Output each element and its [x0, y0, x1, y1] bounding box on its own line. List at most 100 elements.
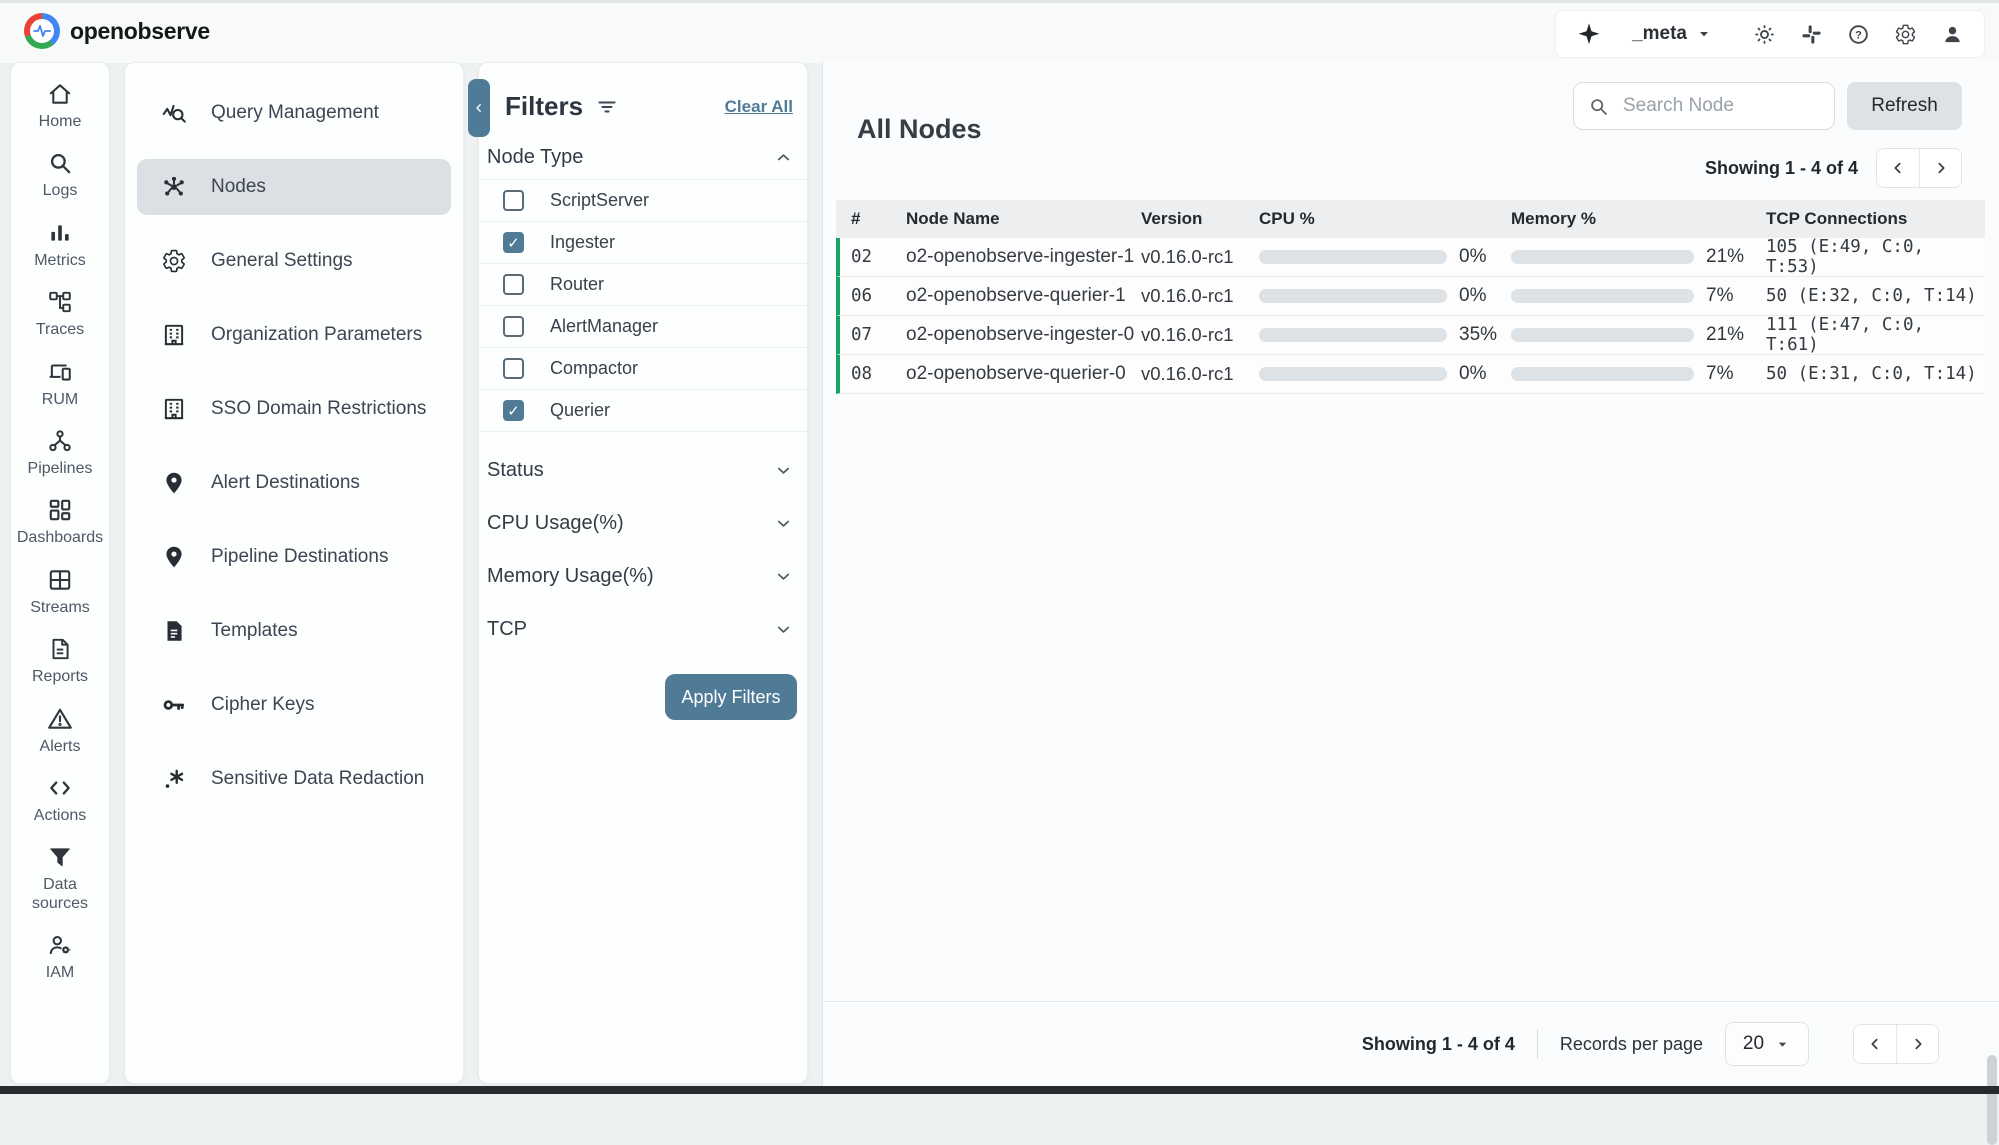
sidebar-item-home[interactable]: Home [11, 71, 109, 140]
sidebar-item-reports[interactable]: Reports [11, 626, 109, 695]
filter-option-scriptserver[interactable]: ScriptServer [479, 180, 807, 222]
table-row[interactable]: 08o2-openobserve-querier-0v0.16.0-rc10%7… [836, 355, 1985, 394]
progress-bar [1259, 289, 1447, 303]
next-page-button[interactable] [1919, 149, 1961, 187]
usage-cell: 0% [1259, 246, 1511, 268]
chevron-right-icon [1910, 1036, 1926, 1052]
sidebar-item-iam[interactable]: IAM [11, 922, 109, 991]
devices-icon [47, 359, 73, 385]
tcp-connections: 105 (E:49, C:0, T:53) [1766, 237, 1985, 277]
node-name: o2-openobserve-ingester-1 [906, 246, 1141, 268]
menu-item-nodes[interactable]: Nodes [137, 159, 451, 215]
menu-item-sso-domain-restrictions[interactable]: SSO Domain Restrictions [137, 381, 451, 437]
previous-page-button[interactable] [1877, 149, 1919, 187]
search-icon [47, 150, 73, 176]
filter-option-alertmanager[interactable]: AlertManager [479, 306, 807, 348]
menu-item-organization-parameters[interactable]: Organization Parameters [137, 307, 451, 363]
records-per-page-label: Records per page [1560, 1034, 1703, 1055]
node-name: o2-openobserve-querier-0 [906, 363, 1141, 385]
sun-icon[interactable] [1753, 23, 1776, 46]
sidebar-item-streams[interactable]: Streams [11, 557, 109, 626]
sidebar-item-data-sources[interactable]: Data sources [11, 834, 109, 922]
menu-item-sensitive-data-redaction[interactable]: Sensitive Data Redaction [137, 751, 451, 807]
filter-section-label: TCP [487, 618, 527, 641]
apply-filters-button[interactable]: Apply Filters [665, 674, 797, 720]
asterisk-icon [161, 766, 187, 792]
refresh-button[interactable]: Refresh [1847, 82, 1962, 130]
sidebar-item-pipelines[interactable]: Pipelines [11, 418, 109, 487]
search-node-input[interactable] [1621, 94, 1820, 118]
table-row[interactable]: 06o2-openobserve-querier-1v0.16.0-rc10%7… [836, 277, 1985, 316]
filter-option-label: AlertManager [550, 316, 658, 337]
progress-bar [1259, 367, 1447, 381]
filter-option-ingester[interactable]: ✓Ingester [479, 222, 807, 264]
menu-item-cipher-keys[interactable]: Cipher Keys [137, 677, 451, 733]
checkbox-unchecked-icon[interactable] [503, 190, 524, 211]
top-pagination: Showing 1 - 4 of 4 [1705, 148, 1962, 188]
topbar-actions: _meta ? [1555, 10, 1985, 58]
filter-section-status[interactable]: Status [479, 444, 807, 497]
sidebar-item-traces[interactable]: Traces [11, 279, 109, 348]
checkbox-checked-icon[interactable]: ✓ [503, 400, 524, 421]
code-icon [47, 775, 73, 801]
sidebar-item-alerts[interactable]: Alerts [11, 696, 109, 765]
checkbox-unchecked-icon[interactable] [503, 358, 524, 379]
clear-all-link[interactable]: Clear All [725, 97, 793, 117]
traces-icon [47, 289, 73, 315]
chevron-right-icon [1933, 160, 1949, 176]
caret-down-icon [1695, 25, 1713, 43]
node-type-label: Node Type [487, 146, 583, 169]
sidebar-item-label: Alerts [40, 738, 81, 756]
filter-option-compactor[interactable]: Compactor [479, 348, 807, 390]
profile-icon[interactable] [1941, 23, 1964, 46]
chevron-down-icon [774, 514, 793, 533]
menu-item-templates[interactable]: Templates [137, 603, 451, 659]
filter-section-label: Memory Usage(%) [487, 565, 654, 588]
sidebar-item-label: Reports [32, 668, 88, 686]
filter-lines-icon [595, 95, 619, 119]
gear-icon[interactable] [1894, 23, 1917, 46]
menu-item-pipeline-destinations[interactable]: Pipeline Destinations [137, 529, 451, 585]
tcp-connections: 111 (E:47, C:0, T:61) [1766, 315, 1985, 355]
checkbox-checked-icon[interactable]: ✓ [503, 232, 524, 253]
scrollbar-thumb[interactable] [1987, 1055, 1997, 1145]
node-type-section-header[interactable]: Node Type [479, 136, 807, 179]
filter-option-querier[interactable]: ✓Querier [479, 390, 807, 432]
next-page-button[interactable] [1896, 1025, 1938, 1063]
checkbox-unchecked-icon[interactable] [503, 274, 524, 295]
checkbox-unchecked-icon[interactable] [503, 316, 524, 337]
filter-section-tcp[interactable]: TCP [479, 603, 807, 656]
organization-selector[interactable]: _meta [1632, 23, 1713, 45]
help-icon[interactable]: ? [1847, 23, 1870, 46]
slack-icon[interactable] [1800, 23, 1823, 46]
app-logo[interactable]: openobserve [24, 13, 210, 49]
filter-option-router[interactable]: Router [479, 264, 807, 306]
bar-chart-icon [47, 220, 73, 246]
node-version: v0.16.0-rc1 [1141, 246, 1259, 268]
footer-showing-text: Showing 1 - 4 of 4 [1362, 1034, 1515, 1055]
table-row[interactable]: 07o2-openobserve-ingester-0v0.16.0-rc135… [836, 316, 1985, 355]
page-size-select[interactable]: 20 [1725, 1022, 1809, 1066]
grid-icon [47, 567, 73, 593]
filter-section-cpu-usage[interactable]: CPU Usage(%) [479, 497, 807, 550]
user-gear-icon [47, 932, 73, 958]
usage-cell: 7% [1511, 363, 1766, 385]
menu-item-general-settings[interactable]: General Settings [137, 233, 451, 289]
chevron-left-icon [1867, 1036, 1883, 1052]
table-body: 02o2-openobserve-ingester-1v0.16.0-rc10%… [836, 238, 1985, 394]
sidebar-item-label: Traces [36, 321, 84, 339]
sidebar-item-actions[interactable]: Actions [11, 765, 109, 834]
previous-page-button[interactable] [1854, 1025, 1896, 1063]
sparkle-icon[interactable] [1576, 21, 1602, 47]
menu-item-alert-destinations[interactable]: Alert Destinations [137, 455, 451, 511]
sidebar-item-logs[interactable]: Logs [11, 140, 109, 209]
filter-section-label: CPU Usage(%) [487, 512, 624, 535]
table-row[interactable]: 02o2-openobserve-ingester-1v0.16.0-rc10%… [836, 238, 1985, 277]
filter-section-memory-usage[interactable]: Memory Usage(%) [479, 550, 807, 603]
sidebar-item-metrics[interactable]: Metrics [11, 210, 109, 279]
collapse-filters-button[interactable] [468, 79, 490, 137]
sidebar-item-rum[interactable]: RUM [11, 349, 109, 418]
sidebar-item-dashboards[interactable]: Dashboards [11, 487, 109, 556]
menu-item-query-management[interactable]: Query Management [137, 85, 451, 141]
sidebar-item-label: Streams [30, 599, 90, 617]
